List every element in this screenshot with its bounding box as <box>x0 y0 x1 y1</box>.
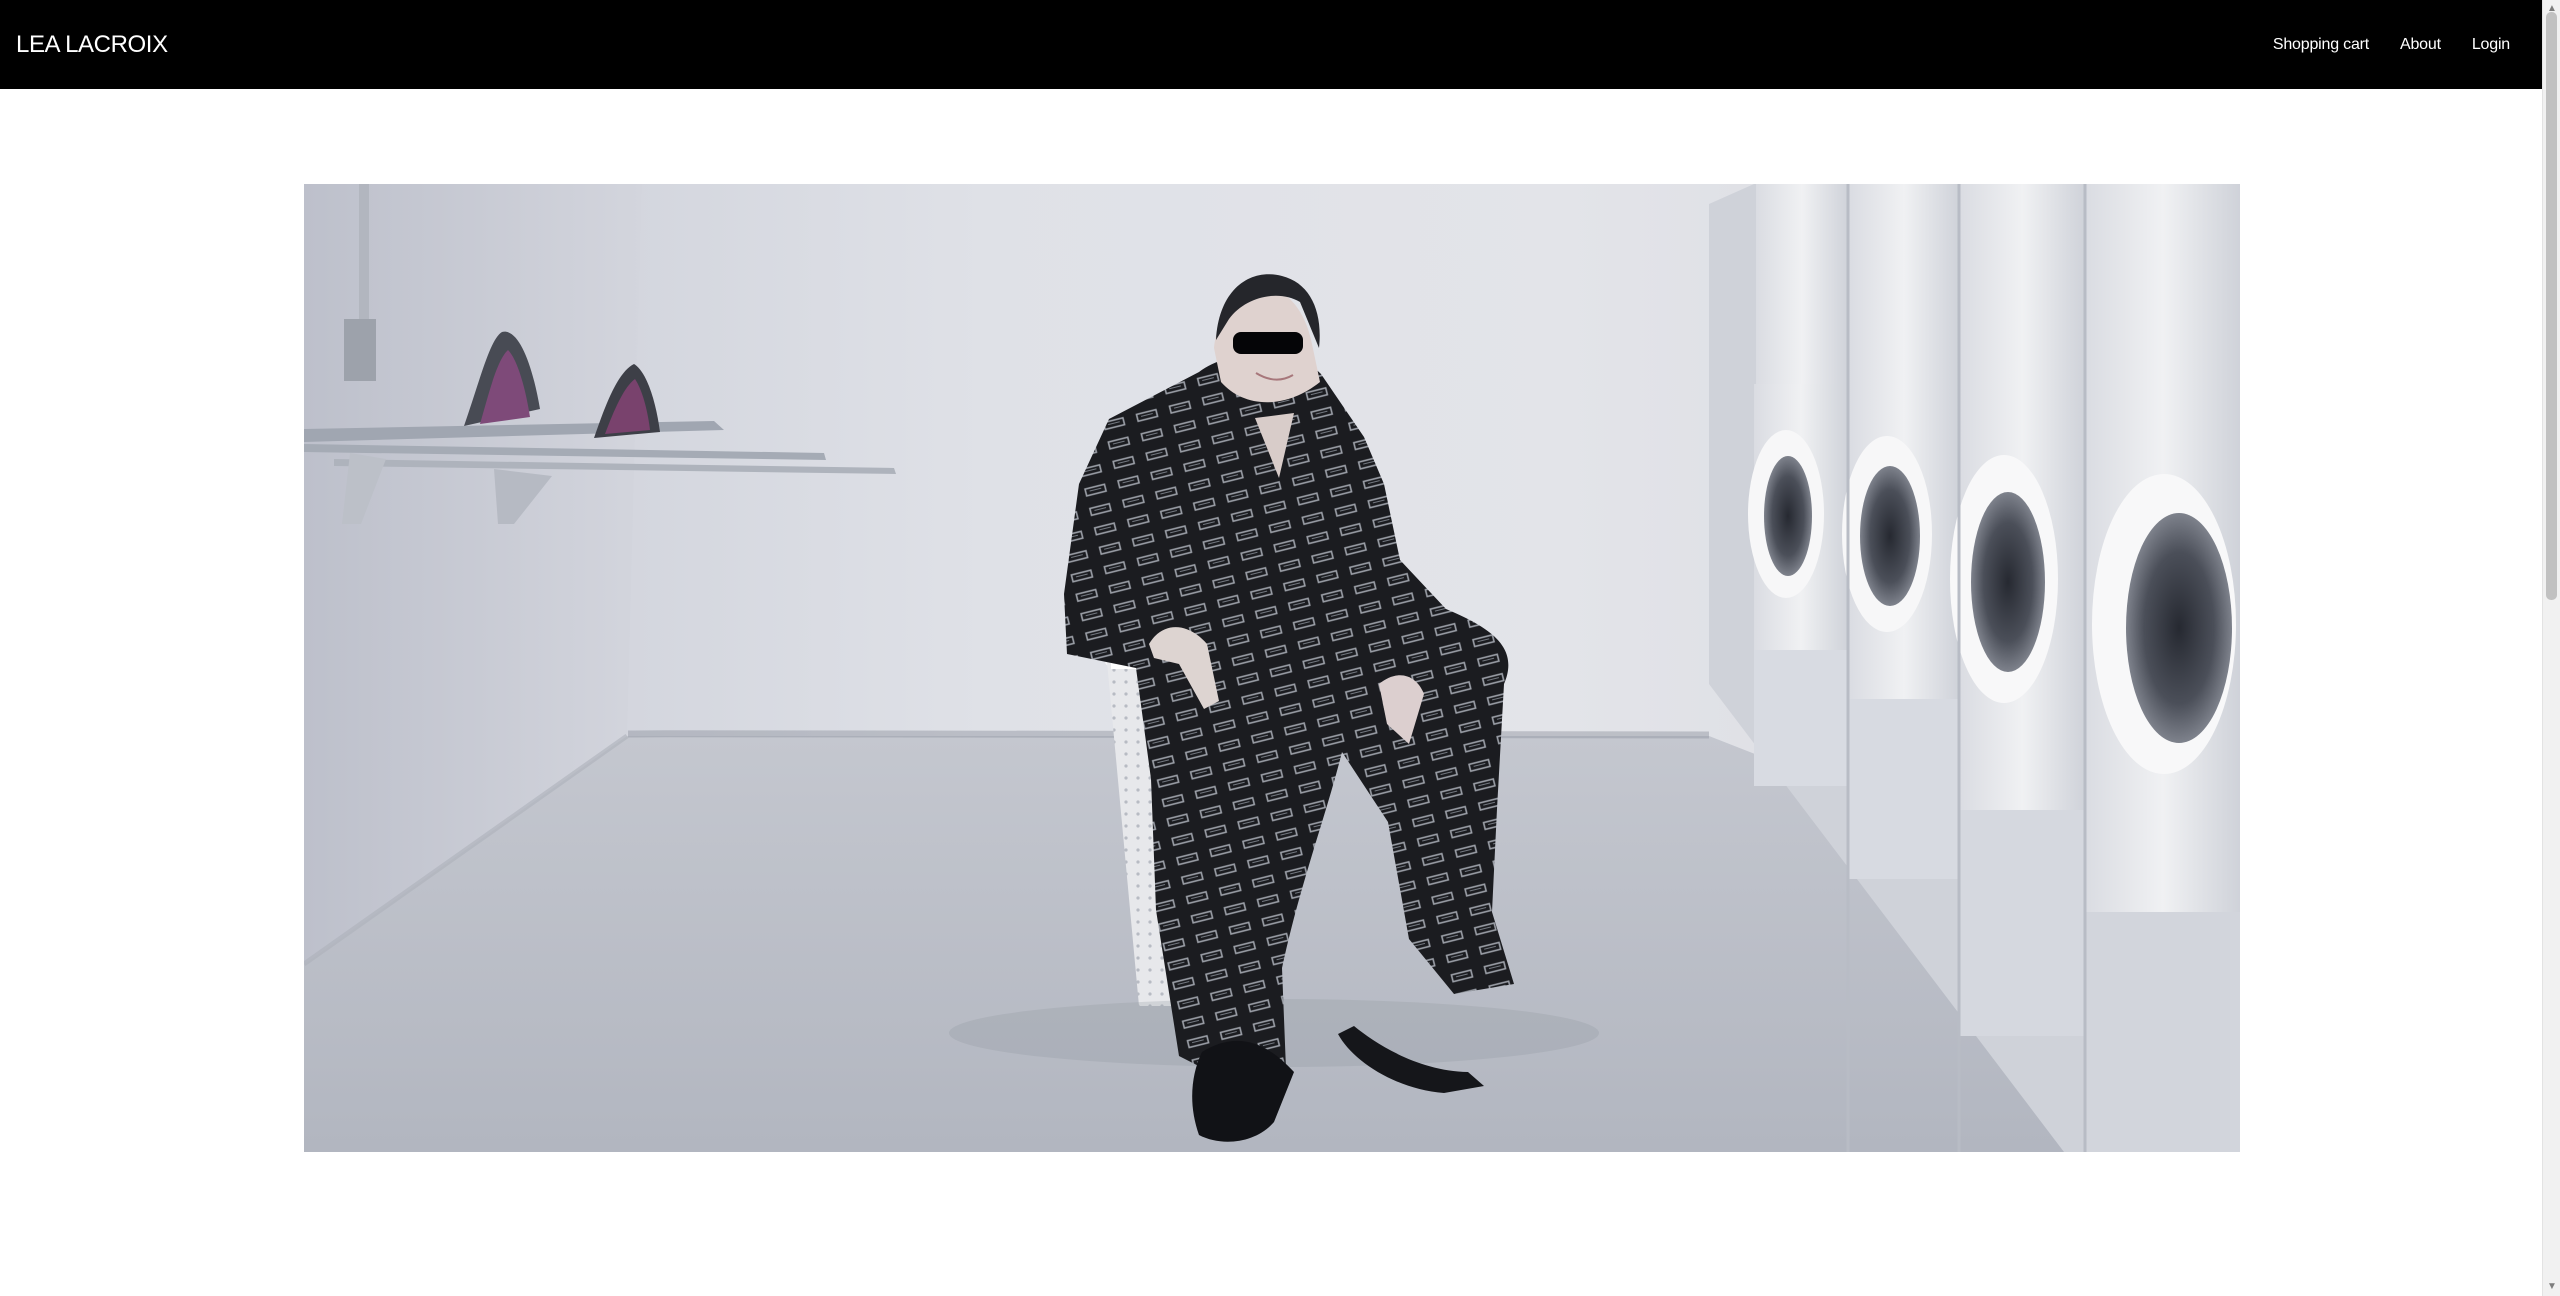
browser-viewport: LEA LACROIX Shopping cart About Login ▲ … <box>0 0 2560 1296</box>
nav-login-link[interactable]: Login <box>2472 36 2510 53</box>
scroll-down-arrow-icon[interactable]: ▼ <box>2543 1278 2560 1296</box>
vertical-scrollbar[interactable]: ▲ ▼ <box>2542 0 2560 1296</box>
brand-logo-link[interactable]: LEA LACROIX <box>16 32 168 57</box>
hero-image <box>304 184 2240 1152</box>
top-navbar: LEA LACROIX Shopping cart About Login <box>0 0 2542 89</box>
hero-photo-laundry-room <box>304 184 2240 1152</box>
nav-about-link[interactable]: About <box>2400 36 2441 53</box>
scrollbar-thumb[interactable] <box>2546 12 2557 600</box>
nav-shopping-cart-link[interactable]: Shopping cart <box>2273 36 2369 53</box>
main-navigation: Shopping cart About Login <box>2273 36 2510 53</box>
page: LEA LACROIX Shopping cart About Login <box>0 0 2542 1296</box>
